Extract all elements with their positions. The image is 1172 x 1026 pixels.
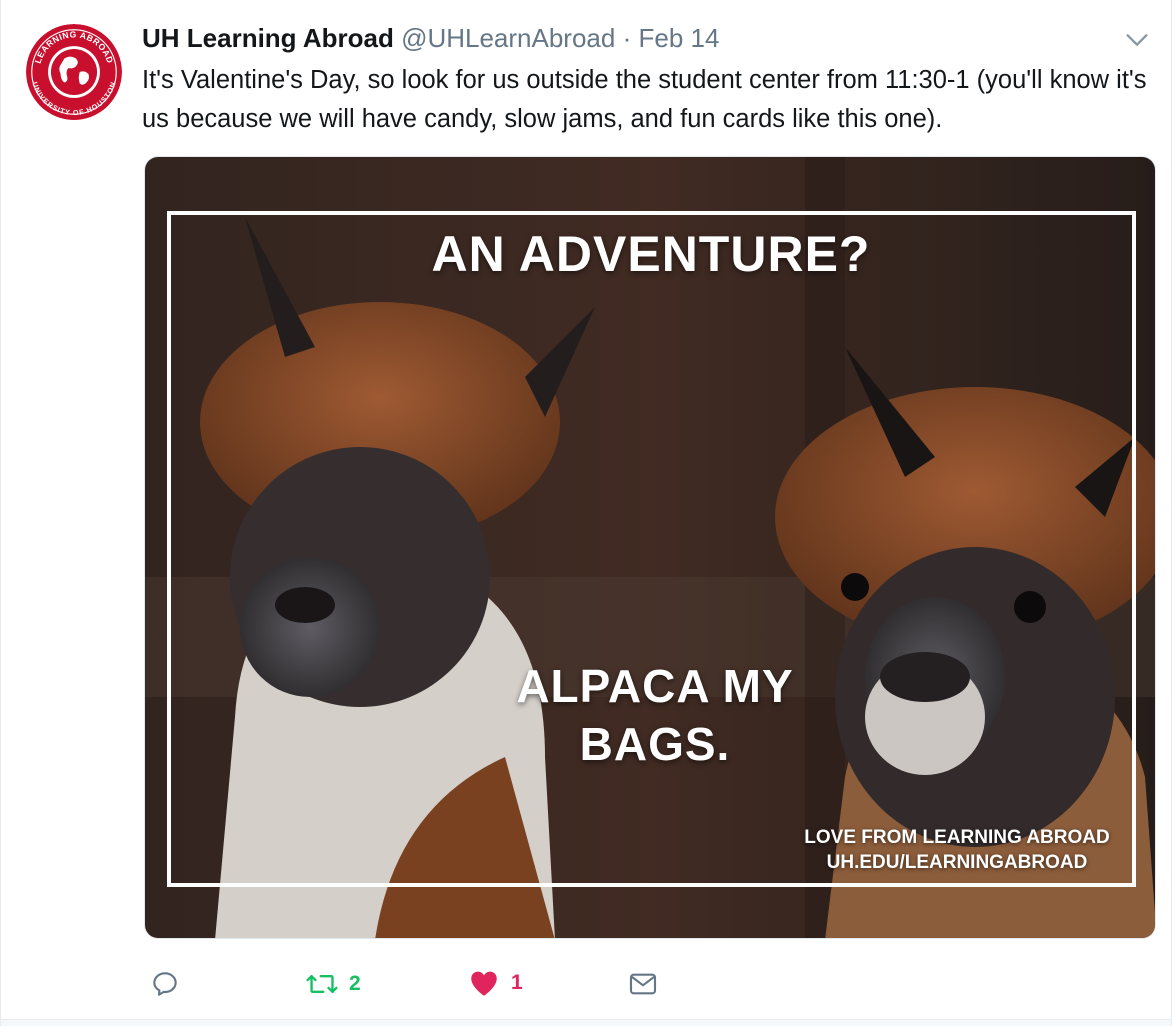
punchline-line-2: BAGS. bbox=[579, 718, 731, 770]
tweet-actions: 2 1 bbox=[1, 964, 1172, 1004]
credit-line-2: UH.EDU/LEARNINGABROAD bbox=[826, 852, 1088, 873]
like-count: 1 bbox=[511, 971, 523, 994]
heart-icon bbox=[471, 971, 497, 996]
retweet-button[interactable]: 2 bbox=[305, 968, 361, 1000]
separator-dot: · bbox=[622, 23, 632, 53]
image-title: AN ADVENTURE? bbox=[431, 226, 871, 282]
envelope-icon bbox=[629, 973, 657, 995]
chevron-down-icon[interactable] bbox=[1123, 26, 1151, 54]
credit-line-1: LOVE FROM LEARNING ABROAD bbox=[804, 827, 1110, 848]
user-handle[interactable]: @UHLearnAbroad bbox=[401, 23, 615, 53]
tweet-image[interactable]: AN ADVENTURE? ALPACA MY BAGS. LOVE FROM … bbox=[144, 156, 1156, 939]
tweet-header: UH Learning Abroad @UHLearnAbroad · Feb … bbox=[142, 22, 719, 54]
direct-message-button[interactable] bbox=[627, 968, 659, 1000]
retweet-icon bbox=[306, 974, 338, 994]
tweet-text: It's Valentine's Day, so look for us out… bbox=[142, 66, 1147, 133]
like-button[interactable]: 1 bbox=[467, 966, 523, 1000]
reply-button[interactable] bbox=[149, 968, 181, 1000]
reply-icon bbox=[153, 972, 177, 996]
image-punchline: ALPACA MY BAGS. bbox=[475, 657, 835, 773]
image-credit: LOVE FROM LEARNING ABROAD UH.EDU/LEARNIN… bbox=[785, 825, 1129, 875]
punchline-line-1: ALPACA MY bbox=[516, 660, 794, 712]
image-frame bbox=[167, 211, 1136, 887]
tweet-date[interactable]: Feb 14 bbox=[639, 23, 720, 53]
tweet-divider bbox=[1, 1019, 1171, 1026]
display-name[interactable]: UH Learning Abroad bbox=[142, 23, 394, 53]
tweet-card[interactable]: LEARNING ABROAD UNIVERSITY OF HOUSTON UH… bbox=[0, 0, 1172, 1026]
avatar[interactable]: LEARNING ABROAD UNIVERSITY OF HOUSTON bbox=[26, 24, 122, 120]
retweet-count: 2 bbox=[349, 972, 361, 995]
